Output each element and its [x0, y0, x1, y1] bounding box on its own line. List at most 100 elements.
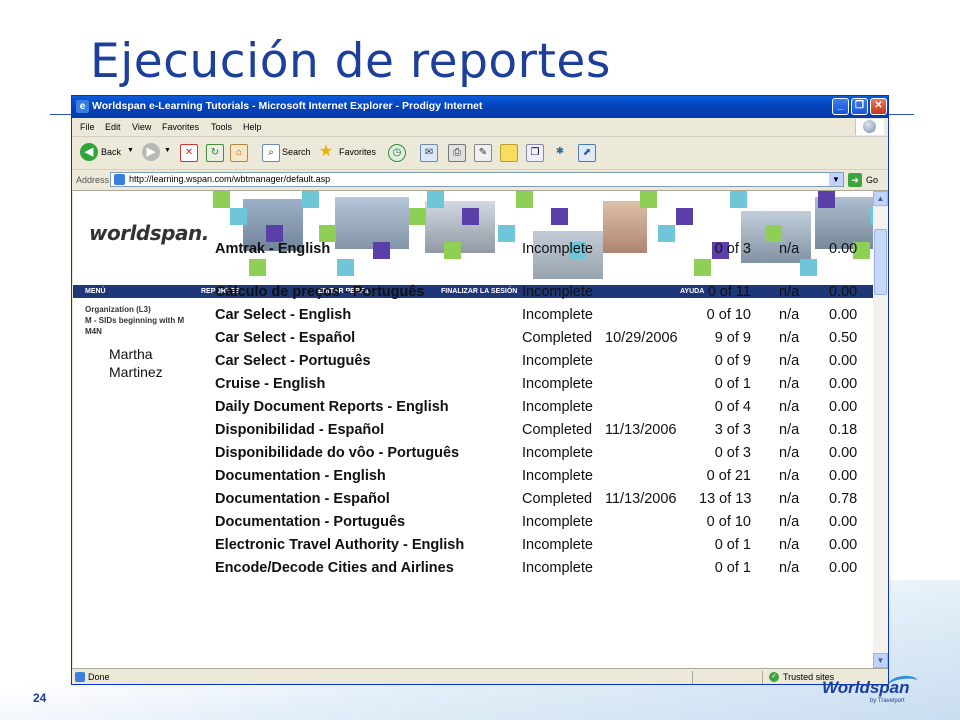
close-button[interactable]: ✕ [870, 98, 887, 115]
grade-value: n/a [779, 307, 800, 323]
course-name[interactable]: Car Select - Español [215, 330, 355, 346]
grade-value: n/a [779, 491, 800, 507]
grade-value: n/a [779, 330, 800, 346]
minimize-button[interactable]: _ [832, 98, 849, 115]
course-name[interactable]: Car Select - English [215, 307, 351, 323]
score-value: 0.50 [829, 330, 858, 346]
mail-icon[interactable]: ✉ [420, 144, 438, 162]
completion-date: 10/29/2006 [605, 330, 678, 346]
course-name[interactable]: Amtrak - English [215, 241, 330, 257]
table-row: Documentation - Español Completed 11/13/20… [73, 491, 887, 514]
menu-tools[interactable]: Tools [211, 122, 232, 132]
table-row: Amtrak - English Incomplete 0 of 3 n/a 0.00 [73, 241, 887, 264]
forward-dropdown-icon[interactable]: ▼ [164, 147, 171, 154]
completion-date: 11/13/2006 [605, 491, 677, 507]
table-row: Documentation - Português Incomplete 0 of … [73, 514, 887, 537]
grade-value: n/a [779, 445, 800, 461]
scroll-thumb[interactable] [874, 229, 887, 295]
worldspan-banner: worldspan. [73, 191, 887, 285]
address-url[interactable]: http://learning.wspan.com/wbtmanager/def… [129, 174, 330, 184]
favorites-star-icon[interactable]: ★ [318, 144, 334, 160]
table-row: Disponibilidad - Español Completed 11/13/2… [73, 422, 887, 445]
table-row: Cálculo de preços - Português Incomplete 0… [73, 284, 887, 307]
edit-icon[interactable]: ✎ [474, 144, 492, 162]
refresh-icon[interactable]: ↻ [206, 144, 224, 162]
window-titlebar[interactable]: e Worldspan e-Learning Tutorials - Micro… [72, 96, 888, 118]
messenger-icon[interactable]: ✱ [552, 144, 568, 160]
course-name[interactable]: Car Select - Português [215, 353, 371, 369]
slide-page-number: 24 [33, 691, 47, 705]
home-icon[interactable]: ⌂ [230, 144, 248, 162]
course-name[interactable]: Daily Document Reports - English [215, 399, 449, 415]
stop-icon[interactable]: ✕ [180, 144, 198, 162]
course-name[interactable]: Disponibilidade do vôo - Português [215, 445, 459, 461]
table-row: Documentation - English Incomplete 0 of 21… [73, 468, 887, 491]
search-icon[interactable]: ⌕ [262, 144, 280, 162]
course-name[interactable]: Documentation - English [215, 468, 386, 484]
grade-value: n/a [779, 468, 800, 484]
score-value: 0.00 [829, 537, 858, 553]
discuss-icon[interactable] [500, 144, 518, 162]
forward-arrow-icon[interactable]: ▶ [142, 143, 160, 161]
menu-file[interactable]: File [80, 122, 95, 132]
menu-bar: File Edit View Favorites Tools Help [72, 118, 888, 137]
course-status: Incomplete [522, 560, 593, 576]
menu-view[interactable]: View [132, 122, 151, 132]
address-input[interactable]: http://learning.wspan.com/wbtmanager/def… [110, 172, 844, 187]
back-dropdown-icon[interactable]: ▼ [127, 147, 134, 154]
slide-title: Ejecución de reportes [90, 34, 611, 89]
lesson-progress: 0 of 1 [714, 560, 751, 576]
status-divider [692, 671, 693, 684]
browser-window: e Worldspan e-Learning Tutorials - Micro… [71, 95, 889, 685]
completion-date: 11/13/2006 [605, 422, 677, 438]
table-row: Cruise - English Incomplete 0 of 1 n/a 0.00 [73, 376, 887, 399]
back-arrow-icon[interactable]: ◀ [80, 143, 98, 161]
course-name[interactable]: Disponibilidad - Español [215, 422, 384, 438]
scroll-down-icon[interactable]: ▼ [873, 653, 888, 668]
course-name[interactable]: Documentation - Español [215, 491, 390, 507]
grade-value: n/a [779, 514, 800, 530]
history-icon[interactable]: ◷ [388, 144, 406, 162]
address-dropdown-icon[interactable]: ▼ [829, 173, 843, 186]
score-value: 0.78 [829, 491, 858, 507]
ie-throbber [855, 119, 884, 135]
score-value: 0.00 [829, 445, 858, 461]
ie-app-icon: e [76, 100, 89, 113]
course-status: Incomplete [522, 399, 593, 415]
go-button-label[interactable]: Go [866, 175, 878, 185]
menu-edit[interactable]: Edit [105, 122, 121, 132]
course-name[interactable]: Encode/Decode Cities and Airlines [215, 560, 454, 576]
research-icon[interactable]: ❐ [526, 144, 544, 162]
score-value: 0.00 [829, 399, 858, 415]
course-name[interactable]: Cruise - English [215, 376, 325, 392]
lesson-progress: 0 of 21 [706, 468, 751, 484]
lesson-progress: 0 of 10 [706, 514, 751, 530]
lesson-progress: 0 of 9 [714, 353, 751, 369]
table-row: Car Select - Español Completed 10/29/2006 9… [73, 330, 887, 353]
course-name[interactable]: Electronic Travel Authority - English [215, 537, 464, 553]
scroll-up-icon[interactable]: ▲ [873, 191, 888, 206]
course-status: Incomplete [522, 307, 593, 323]
course-status: Incomplete [522, 284, 593, 300]
lesson-progress: 0 of 3 [714, 445, 751, 461]
table-row: Encode/Decode Cities and Airlines Incompl… [73, 560, 887, 583]
menu-favorites[interactable]: Favorites [162, 122, 199, 132]
footer-logo-subtext: by Travelport [870, 698, 905, 704]
vertical-scrollbar[interactable]: ▲ ▼ [873, 191, 888, 668]
course-status: Completed [522, 422, 593, 438]
course-name[interactable]: Documentation - Português [215, 514, 405, 530]
maximize-button[interactable]: ❐ [851, 98, 868, 115]
back-button-label[interactable]: Back [101, 147, 121, 157]
media-icon[interactable]: ⬈ [578, 144, 596, 162]
table-row: Disponibilidade do vôo - Português Incomp… [73, 445, 887, 468]
favorites-button-label[interactable]: Favorites [339, 147, 376, 157]
worldspan-footer-logo: Worldspan by Travelport [818, 673, 928, 712]
go-arrow-icon[interactable]: ➜ [848, 173, 862, 187]
status-bar: Done ✓ Trusted sites [72, 668, 888, 684]
search-button-label[interactable]: Search [282, 147, 311, 157]
course-name[interactable]: Cálculo de preços - Português [215, 284, 425, 300]
menu-help[interactable]: Help [243, 122, 262, 132]
course-status: Incomplete [522, 353, 593, 369]
grade-value: n/a [779, 537, 800, 553]
print-icon[interactable]: ⎙ [448, 144, 466, 162]
